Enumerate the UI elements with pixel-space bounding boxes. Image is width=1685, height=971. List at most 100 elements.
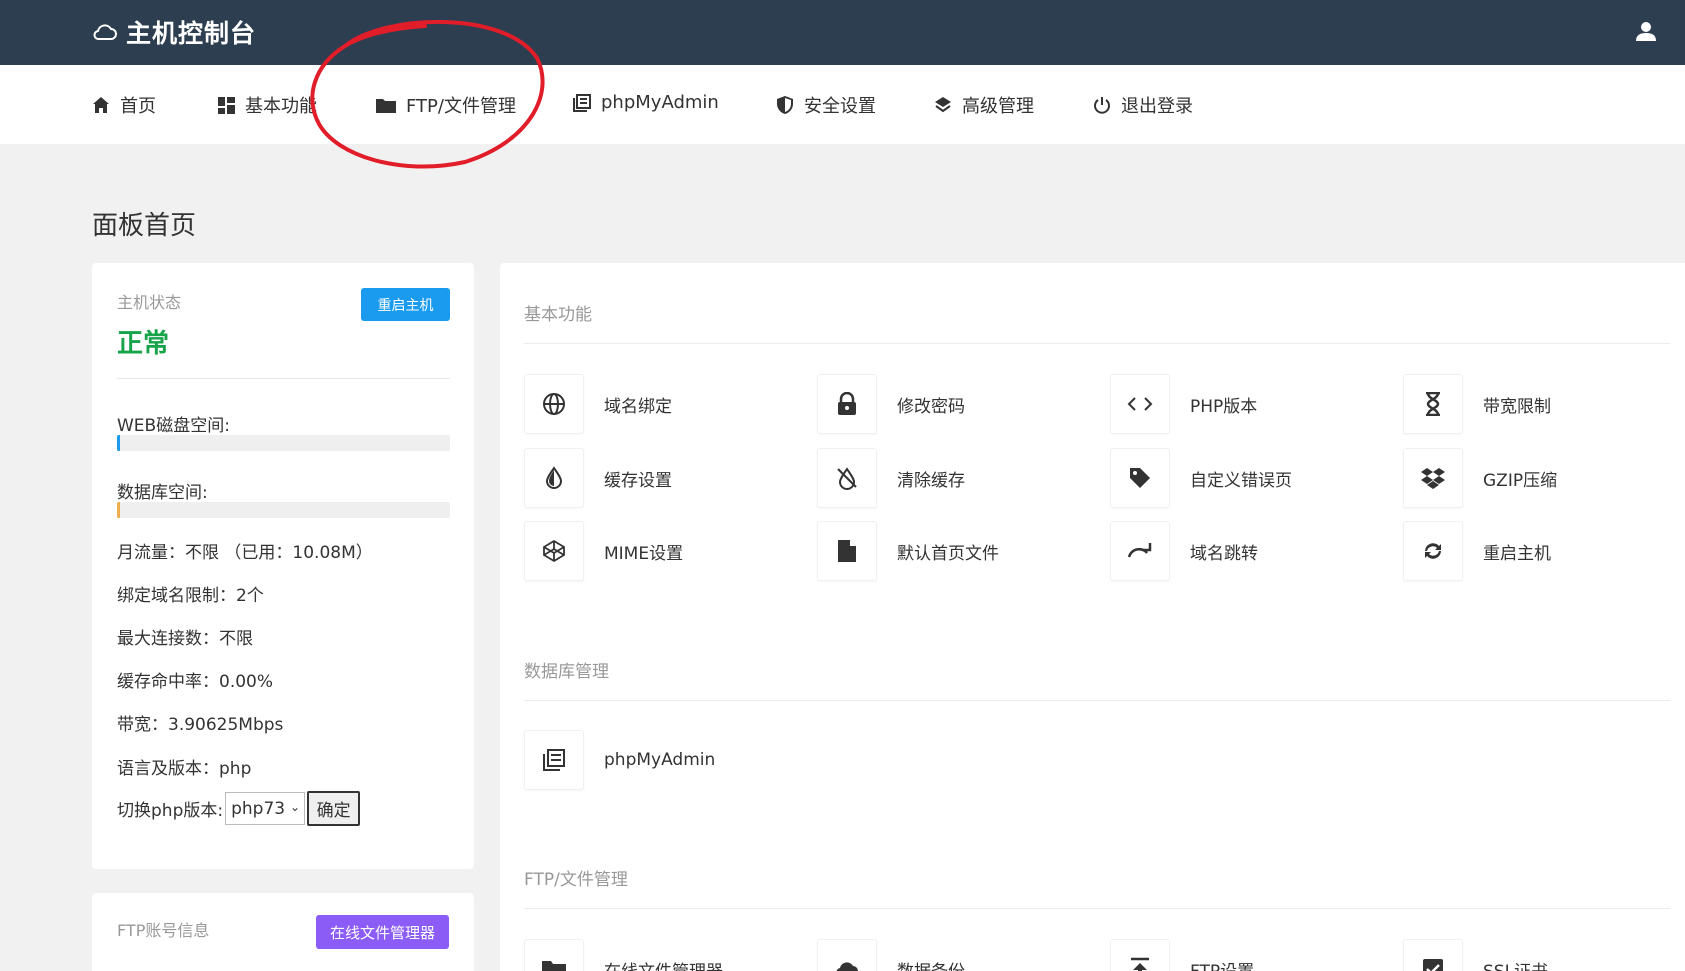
php-version-value: php73 [231,798,286,819]
web-disk-bar-fill [117,435,121,451]
drop-icon [545,466,563,489]
brand[interactable]: 主机控制台 [92,14,256,50]
feature-label: 重启主机 [1483,543,1551,564]
feature-cache-settings[interactable]: 缓存设置 [524,448,672,508]
feature-mime[interactable]: MIME设置 [524,521,683,581]
feature-label: SSL证书 [1483,957,1548,971]
file-manager-button[interactable]: 在线文件管理器 [316,915,449,949]
feature-custom-error-page[interactable]: 自定义错误页 [1110,448,1292,508]
nav-ftp[interactable]: FTP/文件管理 [376,92,516,118]
feature-label: 域名跳转 [1190,543,1258,564]
max-conn-info: 最大连接数：不限 [117,629,253,649]
nav-logout[interactable]: 退出登录 [1093,92,1193,118]
feature-gzip[interactable]: GZIP压缩 [1403,448,1557,508]
nav-ftp-label: FTP/文件管理 [406,96,516,117]
feature-label: 修改密码 [897,396,965,417]
grid-icon [218,96,235,114]
feature-label: 数据备份 [897,957,965,971]
nav-advanced-label: 高级管理 [962,96,1034,117]
globe-icon [543,393,565,415]
codepen-icon [543,539,565,563]
language-info: 语言及版本：php [117,759,252,779]
feature-label: 自定义错误页 [1190,470,1292,491]
php-switch-label: 切换php版本: [117,801,224,821]
web-disk-label: WEB磁盘空间: [117,416,230,436]
feature-label: 在线文件管理器 [604,957,723,971]
cloud-icon [836,962,858,971]
bandwidth-info: 带宽：3.90625Mbps [117,715,284,735]
feature-default-index[interactable]: 默认首页文件 [817,521,999,581]
status-value: 正常 [117,329,170,359]
redirect-icon [1127,543,1152,558]
feature-phpmyadmin[interactable]: phpMyAdmin [524,730,715,790]
shield-icon [777,96,793,114]
feature-domain-bind[interactable]: 域名绑定 [524,374,672,434]
no-drop-icon [837,467,857,490]
lock-icon [838,392,856,415]
nav-home-label: 首页 [120,96,156,117]
page-title: 面板首页 [92,211,197,241]
domain-limit-info: 绑定域名限制：2个 [117,586,264,606]
divider [524,343,1670,344]
db-space-bar [117,502,450,518]
feature-label: 清除缓存 [897,470,965,491]
feature-ssl-cert[interactable]: SSL证书 [1403,939,1548,971]
feature-ftp-settings[interactable]: FTP设置 [1110,939,1254,971]
section-ftp-title: FTP/文件管理 [524,870,628,890]
nav-advanced[interactable]: 高级管理 [934,92,1034,118]
feature-php-version[interactable]: PHP版本 [1110,374,1257,434]
nav-basic-label: 基本功能 [245,96,317,117]
nav-security-label: 安全设置 [804,96,876,117]
ftp-account-card: FTP账号信息 在线文件管理器 [92,893,474,971]
feature-restart-host[interactable]: 重启主机 [1403,521,1551,581]
folder-icon [376,99,396,113]
divider [524,908,1670,909]
check-square-icon [1423,959,1443,971]
feature-label: FTP设置 [1190,957,1254,971]
feature-file-manager[interactable]: 在线文件管理器 [524,939,723,971]
ftp-account-label: FTP账号信息 [117,921,210,940]
feature-label: 默认首页文件 [897,543,999,564]
cache-hit-info: 缓存命中率：0.00% [117,672,274,692]
home-icon [93,97,109,113]
database-icon [573,93,591,112]
nav-logout-label: 退出登录 [1121,96,1193,117]
feature-label: 缓存设置 [604,470,672,491]
section-database-title: 数据库管理 [524,662,609,682]
nav-security[interactable]: 安全设置 [776,92,876,118]
divider [117,378,450,379]
nav-phpmyadmin-label: phpMyAdmin [601,92,719,113]
database-icon [543,749,565,771]
features-card: 基本功能 域名绑定 修改密码 PHP版本 带宽限制 缓存设置 清除缓存 自定义错… [500,263,1685,971]
nav-phpmyadmin[interactable]: phpMyAdmin [573,92,719,113]
power-icon [1094,97,1110,114]
user-icon[interactable] [1635,20,1657,42]
hourglass-icon [1426,392,1440,416]
feature-clear-cache[interactable]: 清除缓存 [817,448,965,508]
web-disk-bar [117,435,450,451]
cloud-icon [93,24,117,40]
nav-basic[interactable]: 基本功能 [218,92,317,118]
feature-label: 带宽限制 [1483,396,1551,417]
nav-home[interactable]: 首页 [92,92,156,118]
upload-icon [1131,957,1149,971]
dropbox-icon [1421,468,1445,489]
feature-label: PHP版本 [1190,396,1258,417]
php-switch-row: 切换php版本: php73 ⌄ 确定 [117,791,361,826]
feature-change-password[interactable]: 修改密码 [817,374,965,434]
code-icon [1127,397,1153,411]
feature-label: 域名绑定 [604,396,672,417]
file-icon [838,540,856,562]
top-header: 主机控制台 [0,0,1685,65]
feature-label: GZIP压缩 [1483,470,1558,491]
layers-icon [935,97,951,113]
traffic-info: 月流量：不限 （已用：10.08M） [117,543,373,563]
feature-domain-redirect[interactable]: 域名跳转 [1110,521,1258,581]
refresh-icon [1425,543,1441,559]
feature-bandwidth-limit[interactable]: 带宽限制 [1403,374,1551,434]
restart-host-button[interactable]: 重启主机 [361,288,450,321]
feature-data-backup[interactable]: 数据备份 [817,939,965,971]
feature-label: MIME设置 [604,543,684,564]
php-confirm-button[interactable]: 确定 [307,791,361,826]
php-version-select[interactable]: php73 ⌄ [225,792,306,825]
